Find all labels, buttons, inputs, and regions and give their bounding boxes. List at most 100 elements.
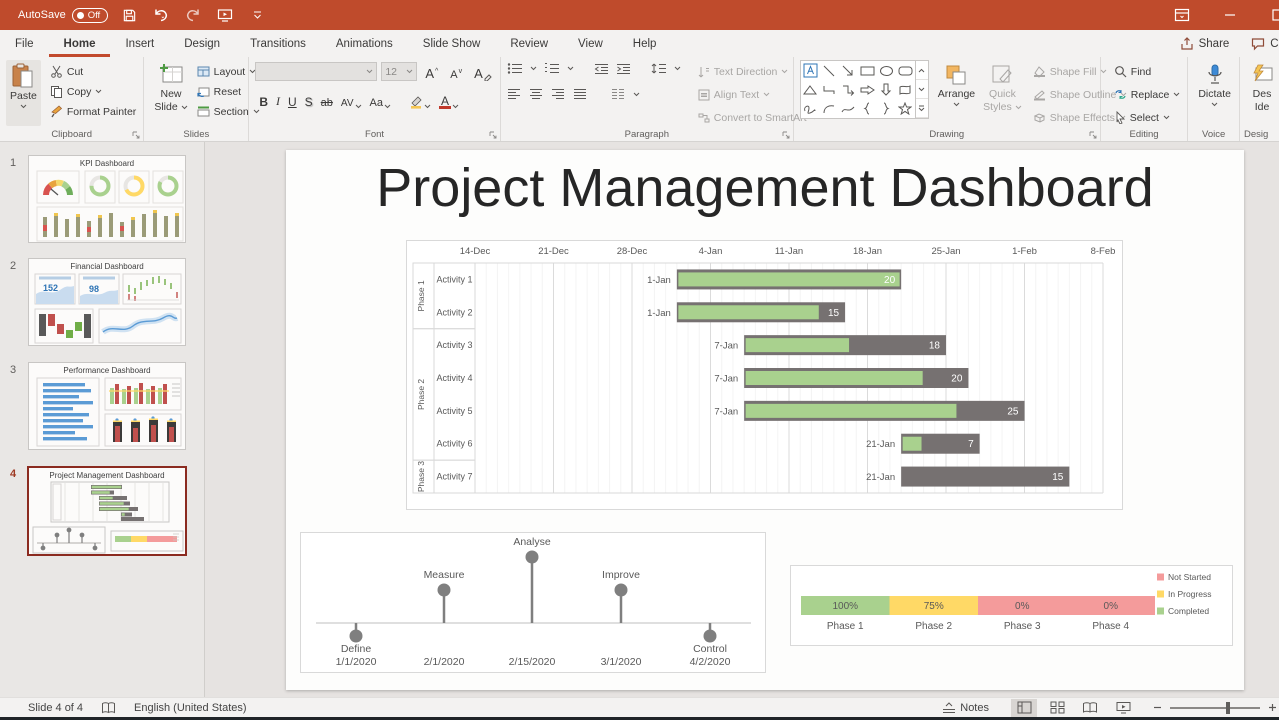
tab-file[interactable]: File [0, 30, 49, 57]
slide-canvas[interactable]: Project Management Dashboard 14-Dec21-De… [205, 142, 1279, 697]
start-slideshow-button[interactable] [214, 4, 236, 26]
decrease-font-size-button[interactable]: Av [446, 62, 466, 81]
shapes-gallery[interactable] [800, 60, 929, 119]
font-dialog-launcher[interactable] [489, 131, 497, 139]
arrow-shape-icon[interactable] [839, 61, 858, 80]
minimize-button[interactable] [1219, 4, 1241, 26]
language-indicator[interactable]: English (United States) [134, 702, 247, 714]
zoom-out-icon[interactable] [1153, 703, 1162, 712]
increase-font-size-button[interactable]: A^ [421, 62, 442, 81]
decrease-indent-icon[interactable] [594, 63, 609, 75]
select-button[interactable]: Select [1111, 108, 1184, 127]
elbow-arrow-connector-icon[interactable] [839, 80, 858, 99]
zoom-in-icon[interactable] [1268, 703, 1277, 712]
notes-button[interactable]: Notes [942, 702, 989, 714]
tab-help[interactable]: Help [618, 30, 672, 57]
rectangle-shape-icon[interactable] [858, 61, 877, 80]
tab-design[interactable]: Design [169, 30, 235, 57]
arrange-button[interactable]: Arrange [934, 60, 979, 126]
text-shadow-button[interactable]: S [301, 90, 317, 109]
ribbon-display-options-button[interactable] [1171, 4, 1193, 26]
tab-home[interactable]: Home [49, 30, 111, 57]
quick-styles-button[interactable]: Quick Styles [979, 60, 1026, 126]
find-button[interactable]: Find [1111, 62, 1184, 81]
slideshow-view-button[interactable] [1110, 699, 1136, 717]
design-ideas-button[interactable]: Des Ide [1246, 60, 1278, 126]
tab-insert[interactable]: Insert [110, 30, 169, 57]
right-arrow-shape-icon[interactable] [858, 80, 877, 99]
tab-transitions[interactable]: Transitions [235, 30, 321, 57]
cut-button[interactable]: Cut [47, 62, 139, 81]
tab-view[interactable]: View [563, 30, 618, 57]
slide-indicator[interactable]: Slide 4 of 4 [28, 702, 83, 714]
columns-icon[interactable] [611, 88, 625, 100]
star-shape-icon[interactable] [896, 99, 915, 118]
character-spacing-button[interactable]: AV [337, 90, 366, 109]
line-shape-icon[interactable] [820, 61, 839, 80]
down-arrow-shape-icon[interactable] [877, 80, 896, 99]
share-button[interactable]: Share [1180, 37, 1230, 51]
shapes-gallery-scrollbar[interactable] [915, 61, 928, 118]
timeline-chart[interactable]: Define1/1/2020Measure2/1/2020Analyse2/15… [300, 532, 766, 673]
paragraph-dialog-launcher[interactable] [782, 131, 790, 139]
justify-icon[interactable] [573, 88, 587, 100]
zoom-track[interactable] [1170, 707, 1260, 709]
reading-view-button[interactable] [1077, 699, 1103, 717]
tab-animations[interactable]: Animations [321, 30, 408, 57]
format-painter-button[interactable]: Format Painter [47, 102, 139, 121]
redo-button[interactable] [182, 4, 204, 26]
drawing-dialog-launcher[interactable] [1089, 131, 1097, 139]
zoom-slider[interactable] [1153, 703, 1277, 712]
undo-button[interactable] [150, 4, 172, 26]
slide[interactable]: Project Management Dashboard 14-Dec21-De… [286, 150, 1244, 690]
spell-check-icon[interactable] [101, 701, 116, 715]
dictate-button[interactable]: Dictate [1194, 60, 1235, 126]
phase-progress-chart[interactable]: 100%Phase 175%Phase 20%Phase 30%Phase 4N… [790, 565, 1233, 646]
clear-formatting-button[interactable]: A [470, 62, 496, 81]
comments-button[interactable]: Co [1251, 37, 1279, 51]
gallery-more-icon[interactable] [916, 99, 928, 118]
left-brace-shape-icon[interactable] [858, 99, 877, 118]
curve-shape-icon[interactable] [839, 99, 858, 118]
align-right-icon[interactable] [551, 88, 565, 100]
slide-title[interactable]: Project Management Dashboard [286, 157, 1244, 219]
maximize-button[interactable] [1267, 4, 1279, 26]
bullet-list-icon[interactable] [507, 62, 523, 75]
font-size-combo[interactable]: 12 [381, 62, 417, 81]
highlight-color-button[interactable] [405, 90, 435, 109]
normal-view-button[interactable] [1011, 699, 1037, 717]
customize-quick-access-button[interactable] [246, 4, 268, 26]
autosave-toggle[interactable]: AutoSave Off [18, 8, 108, 23]
gallery-scroll-down-icon[interactable] [916, 80, 928, 99]
text-box-shape-icon[interactable] [801, 61, 820, 80]
increase-indent-icon[interactable] [616, 63, 631, 75]
strikethrough-button[interactable]: ab [317, 90, 337, 109]
right-brace-shape-icon[interactable] [877, 99, 896, 118]
change-case-button[interactable]: Aa [366, 90, 395, 109]
font-color-button[interactable]: A [435, 90, 463, 109]
gantt-chart[interactable]: 14-Dec21-Dec28-Dec4-Jan11-Jan18-Jan25-Ja… [406, 240, 1123, 510]
zoom-handle[interactable] [1226, 702, 1230, 714]
save-button[interactable] [118, 4, 140, 26]
arc-shape-icon[interactable] [820, 99, 839, 118]
tab-slide-show[interactable]: Slide Show [408, 30, 496, 57]
slide-sorter-view-button[interactable] [1044, 699, 1070, 717]
scribble-shape-icon[interactable] [801, 99, 820, 118]
new-slide-button[interactable]: New Slide [150, 60, 191, 126]
underline-button[interactable]: U [284, 90, 301, 109]
replace-button[interactable]: Replace [1111, 85, 1184, 104]
gallery-scroll-up-icon[interactable] [916, 61, 928, 80]
clipboard-dialog-launcher[interactable] [132, 131, 140, 139]
font-name-combo[interactable] [255, 62, 377, 81]
flowchart-shape-icon[interactable] [896, 80, 915, 99]
oval-shape-icon[interactable] [877, 61, 896, 80]
paste-button[interactable]: Paste [6, 60, 41, 126]
line-spacing-icon[interactable] [651, 62, 667, 75]
align-center-icon[interactable] [529, 88, 543, 100]
numbered-list-icon[interactable] [544, 62, 560, 75]
align-left-icon[interactable] [507, 88, 521, 100]
bold-button[interactable]: B [255, 90, 272, 109]
copy-button[interactable]: Copy [47, 82, 139, 101]
italic-button[interactable]: I [272, 90, 284, 109]
triangle-shape-icon[interactable] [801, 80, 820, 99]
